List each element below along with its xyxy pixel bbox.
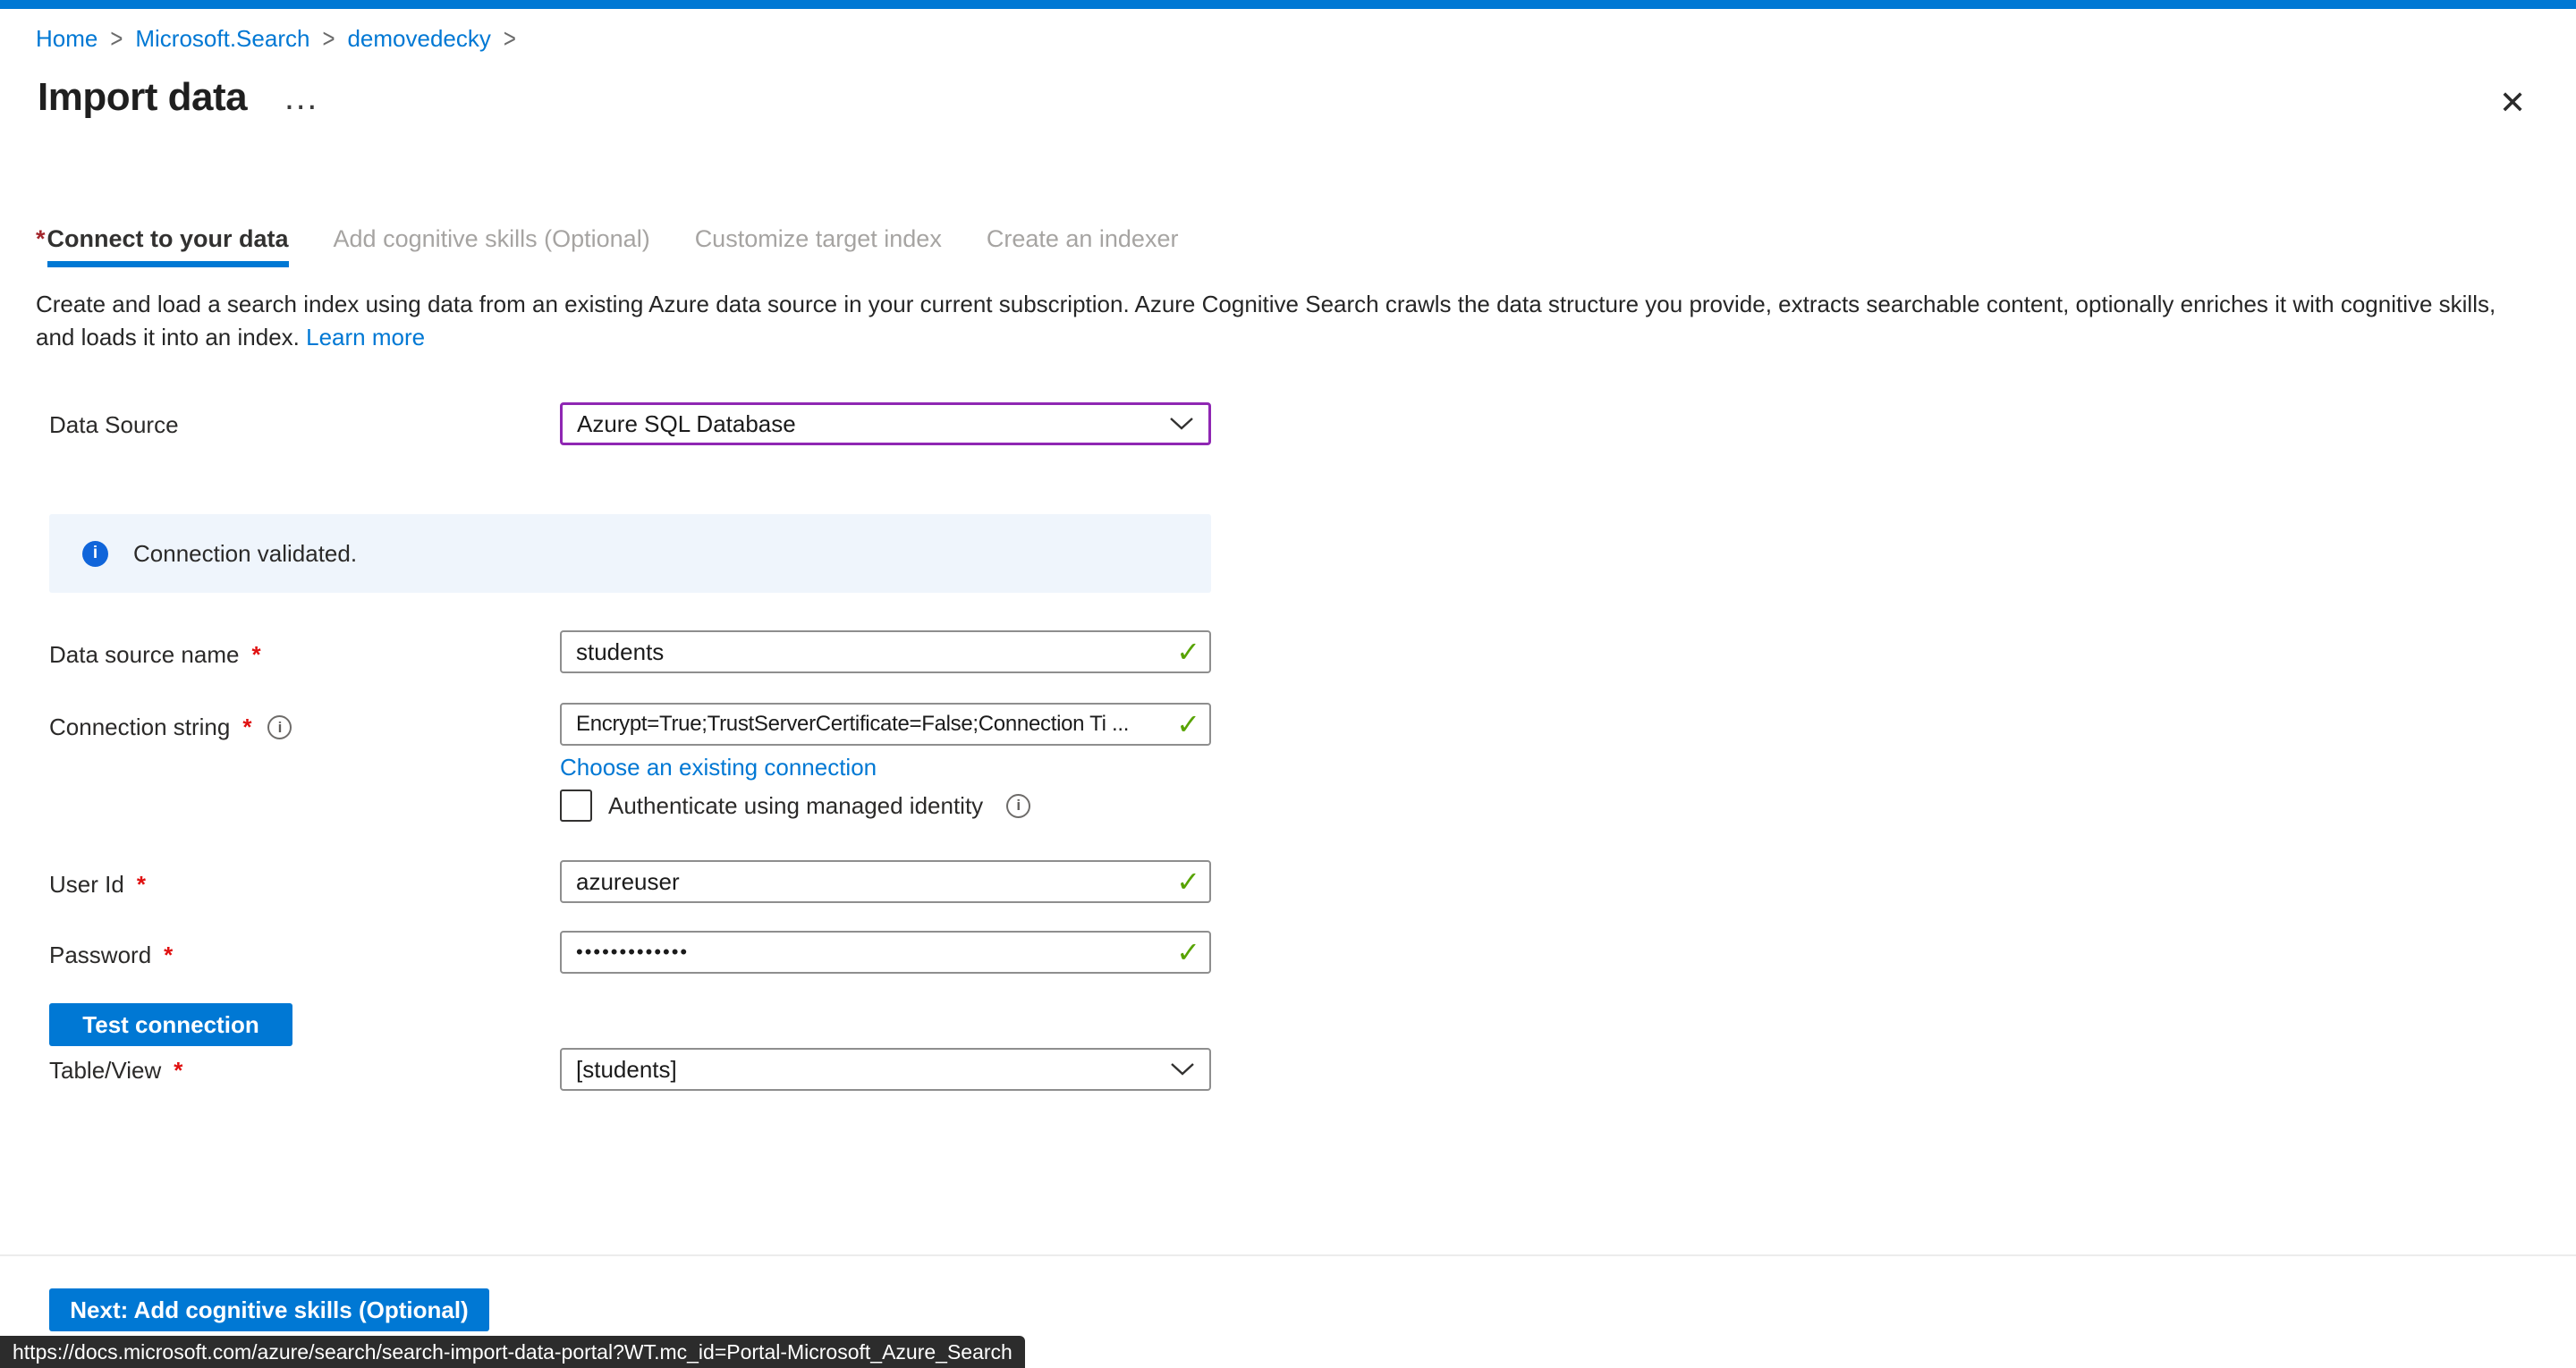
breadcrumb-home[interactable]: Home [36,25,97,53]
required-asterisk: * [251,641,260,669]
info-icon[interactable]: i [1006,794,1030,818]
password-field: ✓ [560,931,1211,974]
label-text: User Id [49,871,124,899]
page-description: Create and load a search index using dat… [36,288,2537,354]
user-id-input[interactable] [562,862,1209,901]
wizard-tabs: *Connect to your data Add cognitive skil… [36,225,1178,253]
banner-text: Connection validated. [133,540,357,568]
data-source-value: Azure SQL Database [577,410,796,438]
chevron-down-icon [1170,1062,1195,1077]
table-view-value: [students] [576,1056,677,1084]
title-bar: Import data … [38,75,320,120]
breadcrumb-demovedecky[interactable]: demovedecky [347,25,490,53]
tab-label: Create an indexer [987,225,1179,252]
tab-connect-to-your-data[interactable]: *Connect to your data [36,225,289,253]
label-text: Table/View [49,1057,161,1085]
data-source-dropdown[interactable]: Azure SQL Database [560,402,1211,445]
data-source-name-label: Data source name * [49,641,261,669]
valid-check-icon: ✓ [1176,865,1200,899]
table-view-dropdown[interactable]: [students] [560,1048,1211,1091]
portal-top-accent-bar [0,0,2576,9]
info-icon[interactable]: i [267,715,292,739]
tab-customize-target-index[interactable]: Customize target index [695,225,942,253]
breadcrumb-separator: > [504,23,516,55]
learn-more-link[interactable]: Learn more [306,324,425,350]
choose-existing-connection-link[interactable]: Choose an existing connection [560,754,877,781]
data-source-name-input[interactable] [562,632,1209,671]
valid-check-icon: ✓ [1176,635,1200,669]
close-icon[interactable]: ✕ [2499,84,2526,122]
table-view-label: Table/View * [49,1057,182,1085]
tab-add-cognitive-skills[interactable]: Add cognitive skills (Optional) [334,225,650,253]
valid-check-icon: ✓ [1176,707,1200,741]
test-connection-button[interactable]: Test connection [49,1003,292,1046]
more-options-icon[interactable]: … [283,89,320,106]
import-data-page: Home > Microsoft.Search > demovedecky > … [0,0,2576,1368]
user-id-label: User Id * [49,871,146,899]
connection-validated-banner: i Connection validated. [49,514,1211,593]
data-source-name-field: ✓ [560,630,1211,673]
choose-existing-connection-row: Choose an existing connection [560,754,877,781]
managed-identity-row: Authenticate using managed identity i [560,790,1030,822]
footer-divider [0,1254,2576,1256]
info-icon: i [82,541,108,567]
managed-identity-label: Authenticate using managed identity [608,792,983,820]
tab-label: Add cognitive skills (Optional) [334,225,650,252]
tab-create-an-indexer[interactable]: Create an indexer [987,225,1179,253]
breadcrumb-microsoft-search[interactable]: Microsoft.Search [135,25,309,53]
label-text: Data Source [49,411,179,439]
label-text: Connection string [49,714,230,741]
valid-check-icon: ✓ [1176,935,1200,969]
required-asterisk: * [174,1057,182,1085]
label-text: Data source name [49,641,239,669]
tab-label: Customize target index [695,225,942,252]
data-source-label: Data Source [49,411,179,439]
tab-label: Connect to your data [47,225,289,253]
required-asterisk: * [164,942,173,969]
chevron-down-icon [1169,417,1194,431]
breadcrumb-separator: > [110,23,123,55]
required-asterisk: * [137,871,146,899]
label-text: Password [49,942,151,969]
managed-identity-checkbox[interactable] [560,790,592,822]
tab-required-asterisk: * [36,225,46,252]
next-add-cognitive-skills-button[interactable]: Next: Add cognitive skills (Optional) [49,1288,489,1331]
status-url: https://docs.microsoft.com/azure/search/… [13,1340,1013,1364]
connection-string-label: Connection string * i [49,714,292,741]
user-id-field: ✓ [560,860,1211,903]
required-asterisk: * [242,714,251,741]
browser-status-bar: https://docs.microsoft.com/azure/search/… [0,1336,1025,1368]
connection-string-field: ✓ [560,703,1211,746]
password-label: Password * [49,942,173,969]
connection-string-input[interactable] [562,705,1209,744]
breadcrumb-separator: > [322,23,335,55]
breadcrumb: Home > Microsoft.Search > demovedecky > [36,25,516,53]
page-title: Import data [38,75,247,120]
password-input[interactable] [562,933,1209,972]
